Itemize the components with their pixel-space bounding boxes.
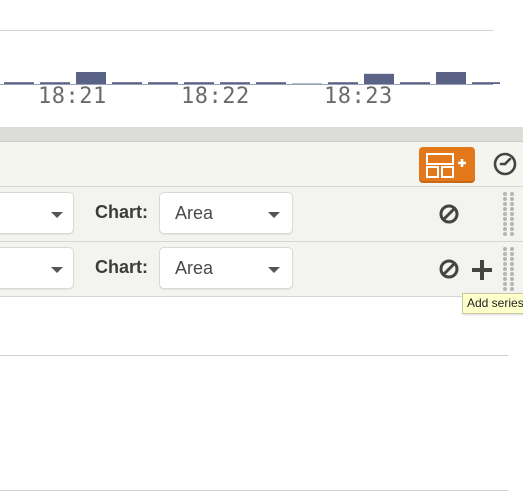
time-tick-label: 18:23 bbox=[324, 84, 393, 109]
timeline-bar bbox=[112, 82, 142, 84]
chart-type-label: Chart: bbox=[95, 257, 148, 277]
chart-type-select[interactable]: Area bbox=[159, 192, 293, 234]
metric-select[interactable] bbox=[0, 247, 74, 289]
plus-icon bbox=[472, 260, 492, 280]
chevron-down-icon bbox=[51, 212, 63, 218]
timeline-bars bbox=[0, 72, 500, 85]
timeline-bar bbox=[436, 72, 466, 84]
timeline-bar bbox=[400, 82, 430, 84]
timeline-bar bbox=[364, 73, 394, 84]
timeline-bar bbox=[472, 82, 500, 84]
timeline-chart: 18:21 18:22 18:23 bbox=[0, 0, 523, 125]
chart-type-value: Area bbox=[175, 258, 214, 278]
remove-series-button[interactable] bbox=[438, 203, 460, 225]
metric-select[interactable] bbox=[0, 192, 74, 234]
series-row: Chart: Area bbox=[0, 242, 523, 297]
chevron-down-icon bbox=[268, 267, 280, 273]
timeline-bar bbox=[4, 82, 34, 84]
add-panel-icon bbox=[426, 153, 466, 178]
chart-type-value: Area bbox=[175, 203, 214, 223]
drag-handle[interactable] bbox=[501, 191, 517, 237]
chart-top-border bbox=[0, 30, 493, 31]
chevron-down-icon bbox=[268, 212, 280, 218]
add-series-tooltip: Add series bbox=[462, 293, 523, 314]
panel-toolbar bbox=[0, 142, 523, 187]
time-tick-label: 18:21 bbox=[38, 84, 107, 109]
drag-handle[interactable] bbox=[501, 246, 517, 292]
time-range-button[interactable] bbox=[492, 151, 518, 177]
timeline-bar bbox=[292, 83, 322, 84]
panel-divider bbox=[0, 127, 523, 142]
empty-chart-bottom-border bbox=[0, 490, 508, 491]
remove-series-button[interactable] bbox=[438, 258, 460, 280]
chevron-down-icon bbox=[51, 267, 63, 273]
chart-type-label: Chart: bbox=[95, 202, 148, 222]
chart-type-select[interactable]: Area bbox=[159, 247, 293, 289]
drag-dots-icon bbox=[503, 192, 514, 236]
remove-icon bbox=[439, 204, 459, 224]
add-panel-button[interactable] bbox=[419, 147, 475, 183]
add-series-button[interactable] bbox=[470, 258, 494, 282]
timeline-bar bbox=[76, 72, 106, 84]
clock-icon bbox=[493, 152, 517, 176]
timeline-bar bbox=[148, 82, 178, 84]
empty-chart-top-border bbox=[0, 355, 508, 356]
timeline-bar bbox=[256, 82, 286, 84]
drag-dots-icon bbox=[503, 247, 514, 291]
remove-icon bbox=[439, 259, 459, 279]
series-row: Chart: Area bbox=[0, 187, 523, 242]
time-tick-label: 18:22 bbox=[181, 84, 250, 109]
